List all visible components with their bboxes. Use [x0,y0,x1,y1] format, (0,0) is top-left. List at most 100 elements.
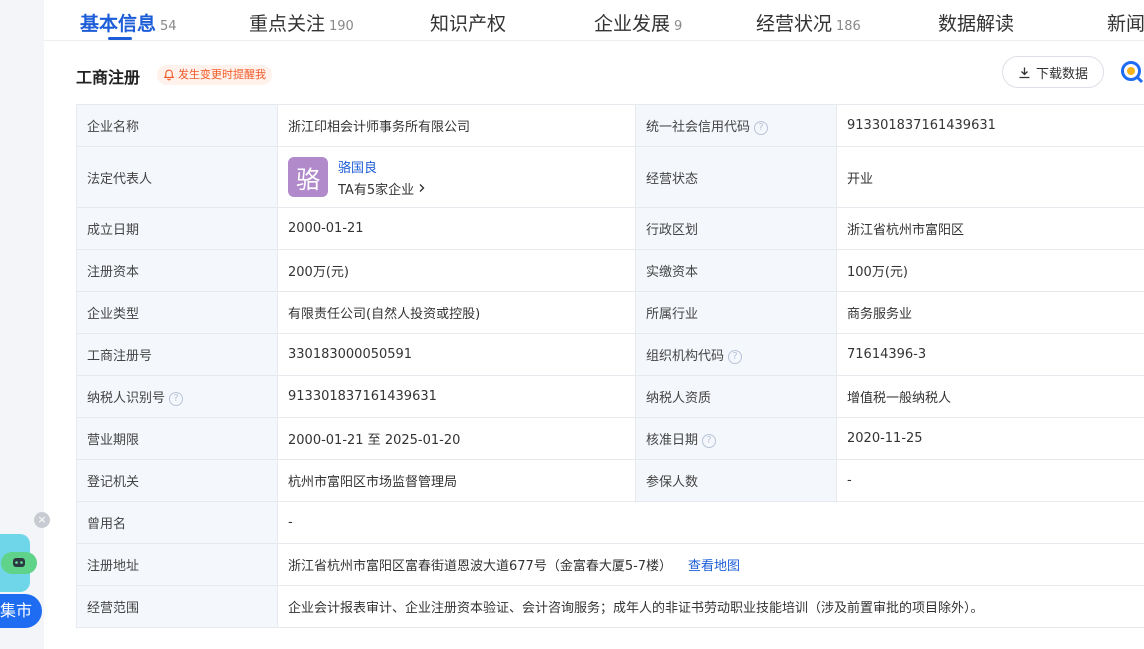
table-row: 法定代表人 骆 骆国良 TA有5家企业 经营状态 开业 [76,146,1144,208]
legal-rep-companies-link[interactable]: TA有5家企业 [338,179,427,198]
registration-table: 企业名称 浙江印相会计师事务所有限公司 统一社会信用代码? 9133018371… [76,104,1144,628]
field-value: 100万(元) [836,249,1144,292]
former-name-value: - [277,501,1144,544]
field-value: 商务服务业 [836,291,1144,334]
field-value: 2020-11-25 [836,417,1144,460]
field-label: 企业类型 [76,291,278,334]
tab-count: 9 [674,19,683,34]
remind-label: 发生变更时提醒我 [178,68,266,81]
table-row: 曾用名 - [76,501,1144,544]
field-label: 曾用名 [76,501,278,544]
field-label: 参保人数 [635,459,837,502]
change-remind-button[interactable]: 发生变更时提醒我 [157,65,272,85]
field-value: 有限责任公司(自然人投资或控股) [277,291,636,334]
tab-development[interactable]: 企业发展 9 [594,9,682,36]
tab-label: 数据解读 [938,13,1015,35]
field-label: 企业名称 [76,104,278,147]
operating-status-value: 开业 [836,146,1144,208]
field-label: 注册地址 [76,543,278,586]
field-value: - [836,459,1144,502]
view-map-link[interactable]: 查看地图 [688,559,740,574]
tab-label: 知识产权 [430,13,507,35]
table-row: 纳税人识别号? 913301837161439631 纳税人资质 增值税一般纳税… [76,375,1144,418]
field-label: 经营状态 [635,146,837,208]
business-scope-value: 企业会计报表审计、企业注册资本验证、会计咨询服务；成年人的非证书劳动职业技能培训… [277,585,1144,628]
help-icon[interactable]: ? [754,120,769,135]
field-label: 组织机构代码? [635,333,837,376]
credit-code-value: 913301837161439631 [836,104,1144,147]
table-row: 企业类型 有限责任公司(自然人投资或控股) 所属行业 商务服务业 [76,291,1144,334]
field-value: 2000-01-21 至 2025-01-20 [277,417,636,460]
table-row: 注册资本 200万(元) 实缴资本 100万(元) [76,249,1144,292]
tab-key-attention[interactable]: 重点关注 190 [249,9,354,36]
field-label: 成立日期 [76,207,278,250]
legal-rep-companies-text: TA有5家企业 [338,182,415,198]
field-label: 核准日期? [635,417,837,460]
tab-data-insight[interactable]: 数据解读 [938,9,1014,36]
field-label: 法定代表人 [76,146,278,208]
bell-icon [163,69,175,81]
tab-label: 新闻 [1107,13,1144,35]
field-label: 实缴资本 [635,249,837,292]
field-label: 登记机关 [76,459,278,502]
field-label: 营业期限 [76,417,278,460]
field-label: 经营范围 [76,585,278,628]
download-label: 下载数据 [1035,66,1088,82]
tab-ip[interactable]: 知识产权 [430,9,506,36]
tab-count: 54 [160,19,177,34]
search-icon[interactable] [1120,60,1144,84]
field-value: 增值税一般纳税人 [836,375,1144,418]
field-value: 330183000050591 [277,333,636,376]
field-label-text: 纳税人识别号 [87,391,166,406]
section-title: 工商注册 [76,68,141,87]
assistant-robot-widget[interactable] [0,534,37,592]
help-icon[interactable]: ? [169,391,184,406]
help-icon[interactable]: ? [702,433,717,448]
address-value: 浙江省杭州市富阳区富春街道恩波大道677号（金富春大厦5-7楼） [288,559,673,574]
field-label: 纳税人识别号? [76,375,278,418]
tab-label: 经营状况 [756,13,833,35]
field-value: 71614396-3 [836,333,1144,376]
main-panel: 基本信息 54 重点关注 190 知识产权 企业发展 9 经营状况 186 数据解读 新… [44,0,1144,649]
field-label: 注册资本 [76,249,278,292]
address-cell: 浙江省杭州市富阳区富春街道恩波大道677号（金富春大厦5-7楼） 查看地图 [277,543,1144,586]
company-name-value: 浙江印相会计师事务所有限公司 [277,104,636,147]
tab-label: 基本信息 [80,13,157,35]
field-value: 913301837161439631 [277,375,636,418]
download-data-button[interactable]: 下载数据 [1002,56,1104,88]
table-row: 登记机关 杭州市富阳区市场监督管理局 参保人数 - [76,459,1144,502]
tab-bar: 基本信息 54 重点关注 190 知识产权 企业发展 9 经营状况 186 数据解读 新… [44,0,1144,41]
field-label: 纳税人资质 [635,375,837,418]
avatar[interactable]: 骆 [288,157,328,197]
field-label: 工商注册号 [76,333,278,376]
tab-label: 重点关注 [249,13,326,35]
tab-count: 190 [329,19,354,34]
table-row: 工商注册号 330183000050591 组织机构代码? 71614396-3 [76,333,1144,376]
market-button[interactable]: 集市 [0,594,42,628]
tab-basic-info[interactable]: 基本信息 54 [80,9,177,36]
tab-news[interactable]: 新闻 [1107,9,1144,36]
field-value: 2000-01-21 [277,207,636,250]
tab-label: 企业发展 [594,13,671,35]
table-row: 注册地址 浙江省杭州市富阳区富春街道恩波大道677号（金富春大厦5-7楼） 查看地… [76,543,1144,586]
field-value: 杭州市富阳区市场监督管理局 [277,459,636,502]
help-icon[interactable]: ? [728,349,743,364]
field-label: 所属行业 [635,291,837,334]
download-icon [1019,67,1030,78]
field-label: 行政区划 [635,207,837,250]
legal-rep-name-link[interactable]: 骆国良 [338,157,427,176]
robot-icon [1,552,37,574]
field-value: 200万(元) [277,249,636,292]
active-tab-indicator [108,37,132,40]
table-row: 企业名称 浙江印相会计师事务所有限公司 统一社会信用代码? 9133018371… [76,104,1144,147]
table-row: 经营范围 企业会计报表审计、企业注册资本验证、会计咨询服务；成年人的非证书劳动职… [76,585,1144,628]
field-label-text: 组织机构代码 [646,349,725,364]
close-icon[interactable]: × [34,512,50,528]
tab-operations[interactable]: 经营状况 186 [756,9,861,36]
chevron-right-icon [419,184,425,192]
field-label-text: 核准日期 [646,433,699,448]
table-row: 成立日期 2000-01-21 行政区划 浙江省杭州市富阳区 [76,207,1144,250]
legal-rep-cell: 骆 骆国良 TA有5家企业 [277,146,636,208]
field-label: 统一社会信用代码? [635,104,837,147]
table-row: 营业期限 2000-01-21 至 2025-01-20 核准日期? 2020-… [76,417,1144,460]
